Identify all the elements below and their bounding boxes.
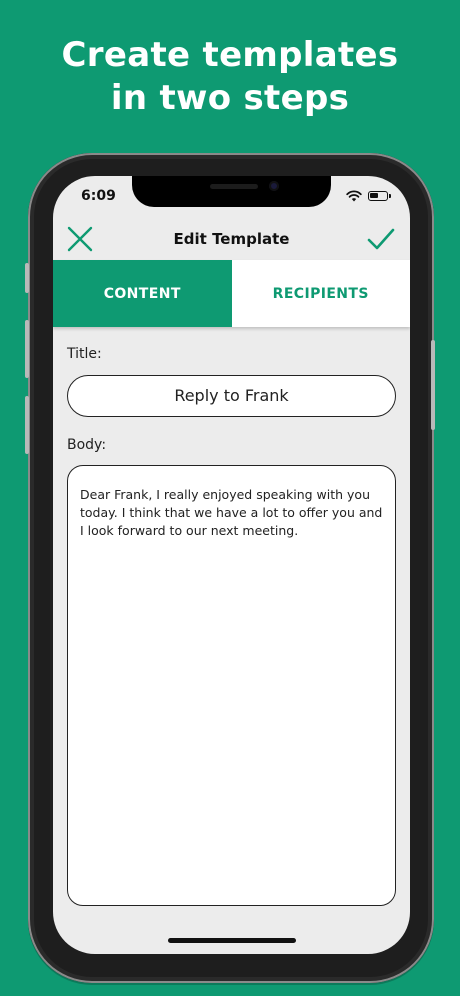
- phone-screen: 6:09 Edit Template CONTENT RECIPIENTS Ti…: [53, 176, 410, 954]
- tab-content[interactable]: CONTENT: [53, 260, 232, 327]
- headline-line-2: in two steps: [110, 78, 350, 118]
- tab-bar: CONTENT RECIPIENTS: [53, 260, 410, 327]
- tab-recipients[interactable]: RECIPIENTS: [231, 260, 410, 327]
- notch: [132, 176, 331, 207]
- wifi-icon: [346, 190, 362, 202]
- silent-switch: [25, 263, 29, 293]
- home-indicator[interactable]: [168, 938, 296, 943]
- headline-line-1: Create templates: [61, 35, 399, 75]
- volume-down-button: [25, 396, 29, 454]
- promo-headline: Create templates in two steps: [0, 34, 460, 120]
- body-textarea[interactable]: Dear Frank, I really enjoyed speaking wi…: [67, 465, 396, 906]
- battery-icon: [368, 191, 391, 201]
- speaker-grille: [210, 184, 258, 189]
- power-button: [431, 340, 435, 430]
- title-input[interactable]: Reply to Frank: [67, 375, 396, 417]
- volume-up-button: [25, 320, 29, 378]
- front-camera: [269, 181, 279, 191]
- navigation-bar: Edit Template: [53, 216, 410, 260]
- page-title: Edit Template: [173, 230, 290, 248]
- checkmark-icon[interactable]: [366, 224, 396, 254]
- title-label: Title:: [67, 346, 102, 362]
- status-icons: [346, 190, 391, 202]
- body-label: Body:: [67, 437, 107, 453]
- status-time: 6:09: [81, 188, 116, 204]
